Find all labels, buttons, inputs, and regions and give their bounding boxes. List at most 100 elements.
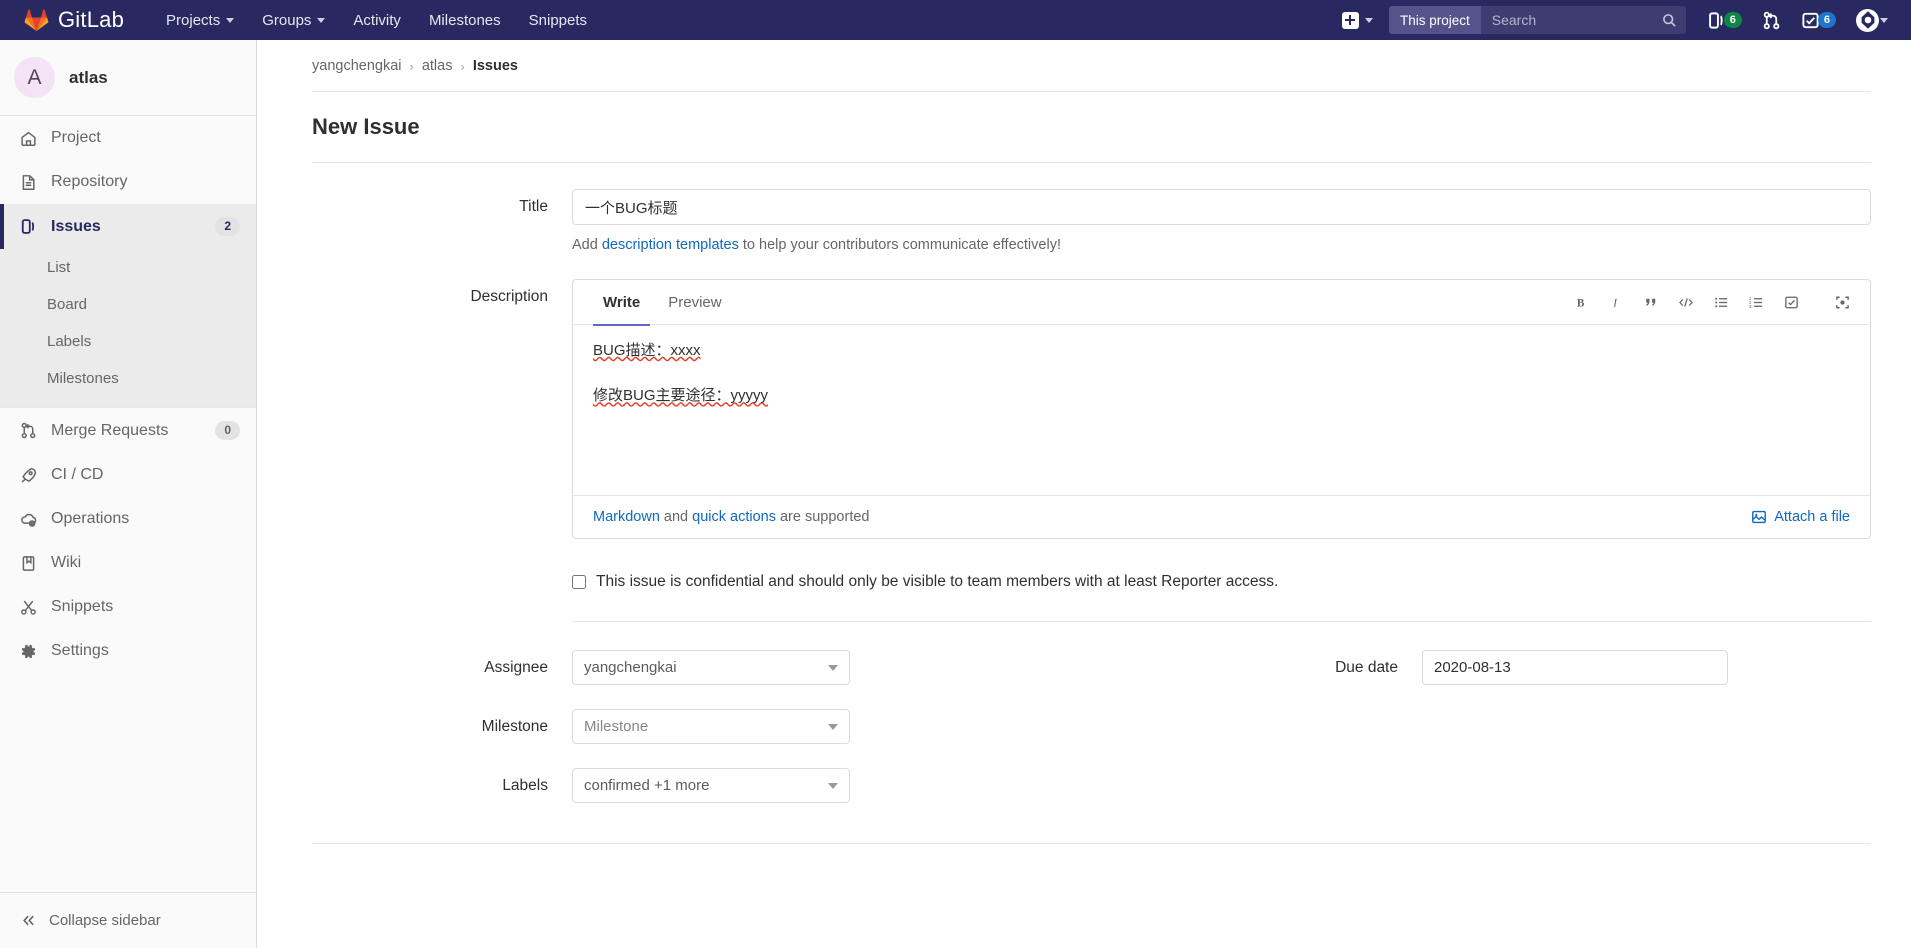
nav-milestones[interactable]: Milestones bbox=[415, 1, 515, 40]
markdown-editor-toolbar: Write Preview B I 1 2 3 bbox=[573, 280, 1870, 326]
sidebar-project-header[interactable]: A atlas bbox=[0, 40, 256, 115]
sidebar-item-wiki[interactable]: Wiki bbox=[0, 541, 256, 585]
description-textarea[interactable]: BUG描述：xxxx 修改BUG主要途径：yyyyy bbox=[573, 325, 1870, 495]
metadata-left-column: Assignee yangchengkai Milestone Mileston… bbox=[312, 626, 1222, 803]
labels-value: confirmed +1 more bbox=[584, 777, 710, 794]
svg-text:3: 3 bbox=[1749, 304, 1752, 309]
confidential-label[interactable]: This issue is confidential and should on… bbox=[596, 573, 1278, 591]
chevron-down-icon bbox=[828, 664, 838, 671]
breadcrumb-owner[interactable]: yangchengkai bbox=[312, 58, 402, 74]
due-date-row: Due date bbox=[1222, 626, 1871, 685]
code-icon[interactable] bbox=[1672, 288, 1700, 316]
sidebar-nav-lower: Merge Requests 0 CI / CD Operations Wiki… bbox=[0, 407, 256, 673]
assignee-dropdown[interactable]: yangchengkai bbox=[572, 650, 850, 685]
quick-actions-link[interactable]: quick actions bbox=[692, 509, 776, 525]
assignee-value: yangchengkai bbox=[584, 659, 677, 676]
markdown-support-note: Markdown and quick actions are supported bbox=[593, 509, 869, 525]
sidebar-item-issues[interactable]: Issues 2 bbox=[0, 204, 256, 249]
tab-write[interactable]: Write bbox=[593, 281, 651, 326]
gitlab-logo-link[interactable]: GitLab bbox=[14, 7, 136, 33]
nav-groups[interactable]: Groups bbox=[248, 1, 339, 40]
description-line-text: 修改BUG主要途径：yyyyy bbox=[593, 387, 769, 405]
sidebar-item-operations[interactable]: Operations bbox=[0, 497, 256, 541]
sidebar-item-cicd[interactable]: CI / CD bbox=[0, 453, 256, 497]
nav-snippets[interactable]: Snippets bbox=[515, 1, 601, 40]
attach-file-button[interactable]: Attach a file bbox=[1751, 509, 1850, 525]
search-field[interactable] bbox=[1481, 6, 1686, 34]
merge-request-icon bbox=[1762, 11, 1781, 30]
metadata-right-column: Due date bbox=[1222, 626, 1871, 803]
project-name: atlas bbox=[69, 67, 108, 87]
breadcrumb-current: Issues bbox=[472, 58, 518, 74]
milestone-label: Milestone bbox=[481, 717, 548, 735]
due-date-input[interactable] bbox=[1422, 650, 1728, 685]
collapse-sidebar-button[interactable]: Collapse sidebar bbox=[0, 892, 256, 948]
project-sidebar: A atlas Project Repository Issues 2 List… bbox=[0, 40, 257, 948]
numbered-list-icon[interactable]: 1 2 3 bbox=[1742, 288, 1770, 316]
sidebar-item-merge-requests[interactable]: Merge Requests 0 bbox=[0, 408, 256, 453]
issue-title-input[interactable] bbox=[572, 189, 1871, 225]
title-field-row: Title Add description templates to help … bbox=[312, 163, 1871, 253]
sidebar-item-repository[interactable]: Repository bbox=[0, 160, 256, 204]
description-field-row: Description Write Preview B I 1 2 3 BUG描… bbox=[312, 253, 1871, 539]
markdown-link[interactable]: Markdown bbox=[593, 509, 660, 525]
sidebar-item-labels[interactable]: Labels bbox=[0, 323, 256, 360]
svg-text:I: I bbox=[1612, 297, 1618, 309]
milestone-value: Milestone bbox=[584, 718, 649, 735]
milestone-row: Milestone Milestone bbox=[312, 685, 1222, 744]
new-item-button[interactable] bbox=[1334, 5, 1381, 36]
bold-icon[interactable]: B bbox=[1567, 288, 1595, 316]
fullscreen-icon[interactable] bbox=[1828, 288, 1856, 316]
sidebar-item-board[interactable]: Board bbox=[0, 286, 256, 323]
breadcrumb-separator-icon: › bbox=[409, 58, 414, 74]
chevron-down-icon bbox=[317, 17, 326, 23]
collapse-sidebar-label: Collapse sidebar bbox=[49, 912, 161, 929]
home-icon bbox=[18, 130, 38, 147]
markdown-editor: Write Preview B I 1 2 3 BUG描述：xxxx 修改BUG… bbox=[572, 279, 1871, 539]
nav-projects[interactable]: Projects bbox=[152, 1, 248, 40]
tab-preview[interactable]: Preview bbox=[658, 281, 731, 326]
due-date-label: Due date bbox=[1335, 658, 1398, 676]
labels-dropdown[interactable]: confirmed +1 more bbox=[572, 768, 850, 803]
document-icon bbox=[18, 174, 38, 191]
task-list-icon[interactable] bbox=[1777, 288, 1805, 316]
form-bottom-divider bbox=[312, 843, 1871, 883]
sidebar-item-label: CI / CD bbox=[51, 466, 104, 483]
navbar-right: This project 6 bbox=[1334, 2, 1897, 39]
avatar bbox=[1856, 8, 1879, 32]
merge-requests-button[interactable] bbox=[1753, 4, 1790, 37]
sidebar-item-settings[interactable]: Settings bbox=[0, 629, 256, 673]
sidebar-item-label: Repository bbox=[51, 173, 128, 190]
breadcrumb-separator-icon: › bbox=[460, 58, 465, 74]
nav-activity[interactable]: Activity bbox=[339, 1, 415, 40]
sidebar-item-milestones[interactable]: Milestones bbox=[0, 360, 256, 397]
breadcrumb-project[interactable]: atlas bbox=[422, 58, 453, 74]
attach-file-label: Attach a file bbox=[1774, 509, 1850, 525]
issues-icon bbox=[18, 218, 38, 235]
italic-icon[interactable]: I bbox=[1602, 288, 1630, 316]
user-menu-button[interactable] bbox=[1847, 2, 1897, 39]
sidebar-item-list[interactable]: List bbox=[0, 249, 256, 286]
search-bar[interactable]: This project bbox=[1388, 6, 1686, 34]
chevron-down-icon bbox=[1880, 17, 1888, 23]
sidebar-item-label: Wiki bbox=[51, 554, 82, 571]
sidebar-item-project[interactable]: Project bbox=[0, 116, 256, 160]
issue-metadata-section: Assignee yangchengkai Milestone Mileston… bbox=[312, 622, 1871, 803]
issues-counter-button[interactable]: 6 bbox=[1698, 4, 1751, 37]
plus-icon bbox=[1341, 11, 1359, 29]
search-scope-button[interactable]: This project bbox=[1388, 6, 1481, 34]
sidebar-item-label: Issues bbox=[51, 217, 101, 235]
description-templates-link[interactable]: description templates bbox=[602, 237, 739, 253]
todos-counter-button[interactable]: 6 bbox=[1792, 4, 1845, 37]
milestone-dropdown[interactable]: Milestone bbox=[572, 709, 850, 744]
gear-icon bbox=[18, 643, 38, 660]
svg-text:B: B bbox=[1576, 297, 1584, 309]
search-input[interactable] bbox=[1491, 12, 1662, 28]
quote-icon[interactable] bbox=[1637, 288, 1665, 316]
title-label: Title bbox=[519, 198, 548, 215]
project-avatar: A bbox=[14, 57, 55, 98]
issues-icon bbox=[1707, 11, 1726, 30]
sidebar-item-snippets[interactable]: Snippets bbox=[0, 585, 256, 629]
bullet-list-icon[interactable] bbox=[1707, 288, 1735, 316]
confidential-checkbox[interactable] bbox=[572, 575, 586, 589]
